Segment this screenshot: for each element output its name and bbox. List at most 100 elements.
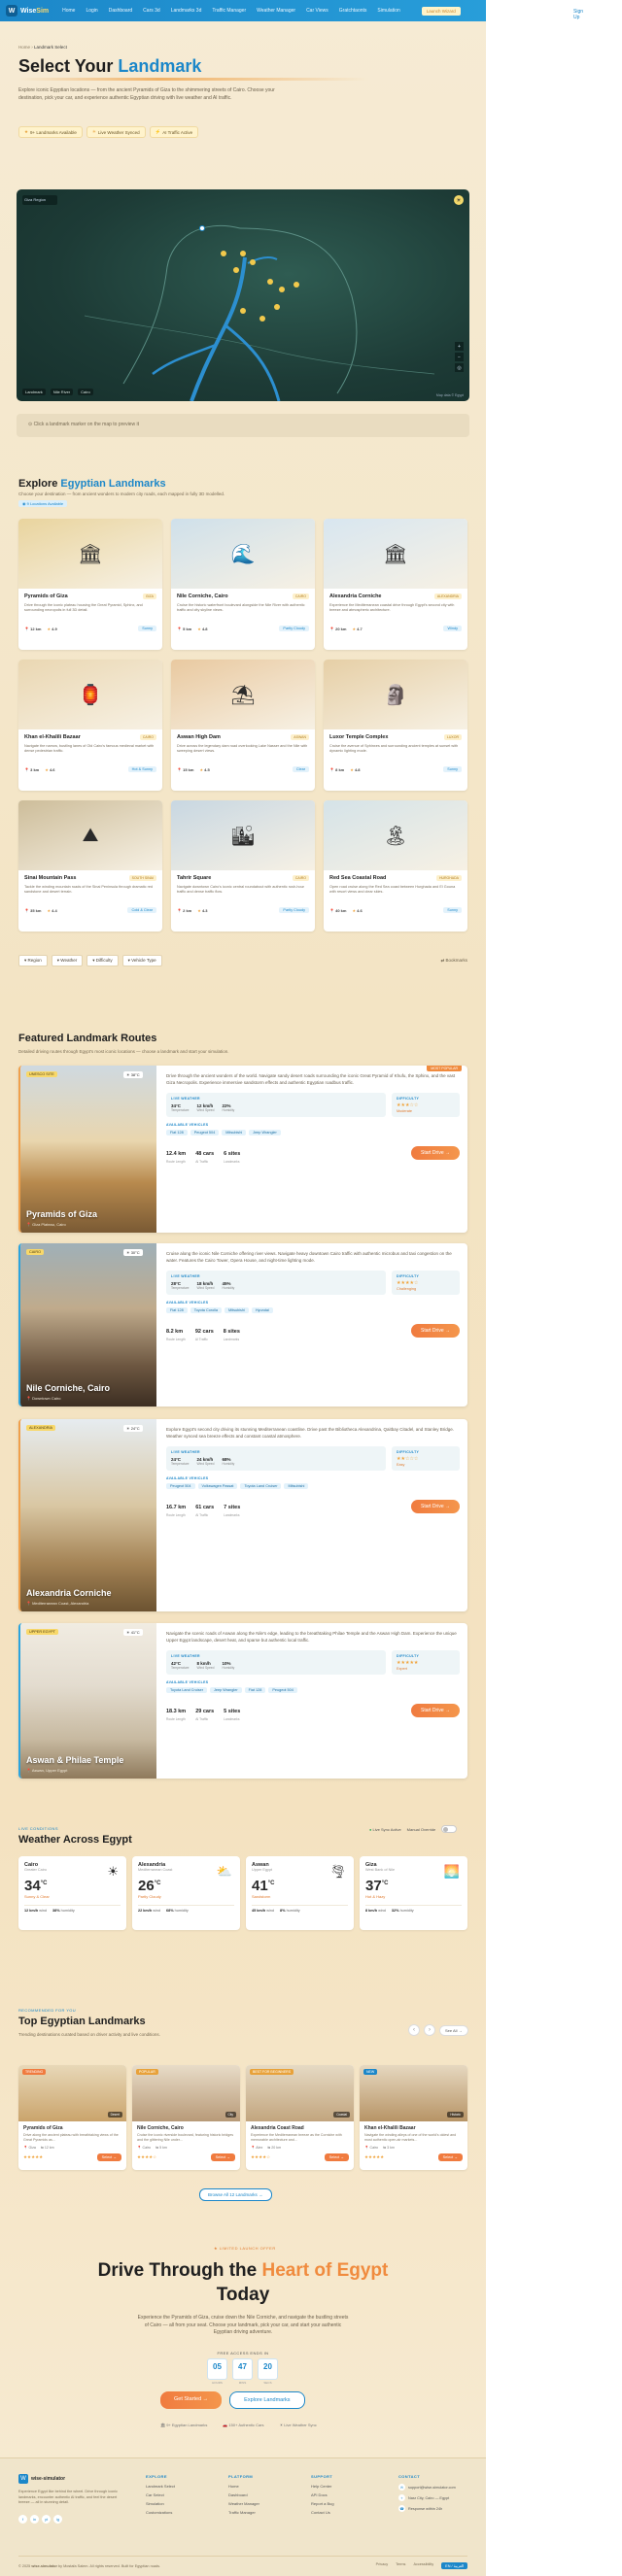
landmark-card[interactable]: ⛰ SOUTH SINAI Sinai Mountain Pass Tackle th… <box>18 800 162 932</box>
select-landmark-button[interactable]: Select → <box>96 2153 121 2161</box>
explore-landmarks-button[interactable]: Explore Landmarks <box>229 2391 305 2409</box>
weather-card[interactable]: Giza West Bank of Nile 🌅 37°C Hot & Hazy 8 km… <box>360 1856 467 1930</box>
landmark-card[interactable]: 🗿 LUXOR Luxor Temple Complex Cruise the ave… <box>324 660 467 791</box>
map-marker[interactable] <box>267 279 273 285</box>
start-drive-button[interactable]: Start Drive → <box>410 1499 460 1513</box>
see-all-button[interactable]: See All → <box>439 2024 468 2036</box>
footer-link[interactable]: Home <box>228 2484 259 2489</box>
vehicle-chip[interactable]: Jeep Wrangler <box>249 1129 281 1135</box>
zoom-out-icon[interactable]: − <box>455 353 464 361</box>
vehicle-chip[interactable]: Peugeot 504 <box>268 1686 297 1693</box>
facebook-icon[interactable]: f <box>18 2515 27 2524</box>
vehicle-chip[interactable]: Toyota Corolla <box>190 1306 223 1313</box>
sun-icon[interactable]: ☀ <box>454 195 464 205</box>
footer-link[interactable]: Dashboard <box>228 2492 259 2497</box>
vehicle-chip[interactable]: Hyundai <box>251 1306 273 1313</box>
footer-link[interactable]: Report a Bug <box>311 2501 334 2506</box>
nav-link[interactable]: Home <box>62 8 75 14</box>
carousel-next-icon[interactable]: › <box>424 2024 435 2036</box>
map-marker[interactable] <box>259 316 265 322</box>
top-landmark-card[interactable]: NEW Historic Khan el-Khalili Bazaar Navigat… <box>360 2065 467 2170</box>
start-drive-button[interactable]: Start Drive → <box>410 1323 460 1338</box>
landmark-card[interactable]: 🏮 CAIRO Khan el-Khalili Bazaar Navigate the… <box>18 660 162 791</box>
landmark-card[interactable]: 🏝 HURGHADA Red Sea Coastal Road Open road c… <box>324 800 467 932</box>
map-marker[interactable] <box>250 259 256 265</box>
footer-link[interactable]: Help Center <box>311 2484 334 2489</box>
youtube-icon[interactable]: yt <box>42 2515 51 2524</box>
footer-link[interactable]: Landmark Select <box>146 2484 175 2489</box>
top-landmark-card[interactable]: TRENDING Desert Pyramids of Giza Drive alon… <box>18 2065 126 2170</box>
map-marker[interactable] <box>240 308 246 314</box>
nav-link[interactable]: Simulation <box>377 8 399 14</box>
zoom-in-icon[interactable]: + <box>455 342 464 351</box>
breadcrumb-home[interactable]: Home <box>18 45 30 50</box>
footer-link[interactable]: API Docs <box>311 2492 334 2497</box>
footer-link[interactable]: Car Select <box>146 2492 175 2497</box>
nav-link[interactable]: Dashboard <box>109 8 132 14</box>
weather-card[interactable]: Aswan Upper Egypt 🌪 41°C Sandstorm 45 km/h wi… <box>246 1856 354 1930</box>
select-landmark-button[interactable]: Select → <box>210 2153 235 2161</box>
landmark-card[interactable]: 🏙 CAIRO Tahrir Square Navigate downtown Cai… <box>171 800 315 932</box>
language-switch[interactable]: EN / العربية <box>441 2562 467 2569</box>
filter-dropdown[interactable]: ▾ Region <box>18 955 48 966</box>
map-marker[interactable] <box>221 251 226 256</box>
landmark-card[interactable]: 🌊 CAIRO Nile Corniche, Cairo Cruise the his… <box>171 519 315 650</box>
vehicle-chip[interactable]: Fiat 128 <box>166 1129 188 1135</box>
locate-icon[interactable]: ◎ <box>455 363 464 372</box>
top-landmark-card[interactable]: POPULAR City Nile Corniche, Cairo Cruise th… <box>132 2065 240 2170</box>
nav-link[interactable]: Login <box>86 8 97 14</box>
vehicle-chip[interactable]: Mitsubishi <box>284 1482 309 1489</box>
vehicle-chip[interactable]: Peugeot 504 <box>166 1482 195 1489</box>
vehicle-chip[interactable]: Toyota Land Cruiser <box>166 1686 207 1693</box>
footer-link[interactable]: Contact Us <box>311 2510 334 2515</box>
vehicle-chip[interactable]: Mitsubishi <box>222 1129 247 1135</box>
landmark-card[interactable]: ⛱ ASWAN Aswan High Dam Drive across the leg… <box>171 660 315 791</box>
footer-link[interactable]: Simulation <box>146 2501 175 2506</box>
vehicle-chip[interactable]: Peugeot 504 <box>190 1129 220 1135</box>
bookmarks-link[interactable]: ⇄ Bookmarks <box>440 958 467 964</box>
vehicle-chip[interactable]: Mitsubishi <box>225 1306 249 1313</box>
legal-link[interactable]: Terms <box>396 2562 405 2569</box>
filter-dropdown[interactable]: ▾ Difficulty <box>86 955 119 966</box>
landmark-card[interactable]: 🏛 ALEXANDRIA Alexandria Corniche Experience… <box>324 519 467 650</box>
vehicle-chip[interactable]: Toyota Land Cruiser <box>240 1482 282 1489</box>
filter-dropdown[interactable]: ▾ Vehicle Type <box>121 955 162 966</box>
top-landmark-card[interactable]: BEST FOR BEGINNERS Coastal Alexandria Coas… <box>246 2065 354 2170</box>
vehicle-chip[interactable]: Jeep Wrangler <box>209 1686 242 1693</box>
manual-override-toggle[interactable] <box>441 1825 458 1833</box>
select-landmark-button[interactable]: Select → <box>437 2153 463 2161</box>
linkedin-icon[interactable]: in <box>30 2515 39 2524</box>
map-marker[interactable] <box>240 251 246 256</box>
map-marker[interactable] <box>233 267 239 273</box>
get-started-button[interactable]: Get Started → <box>160 2391 223 2409</box>
footer-link[interactable]: Traffic Manager <box>228 2510 259 2515</box>
browse-all-button[interactable]: Browse All 12 Landmarks → <box>199 2188 272 2201</box>
start-drive-button[interactable]: Start Drive → <box>410 1145 460 1160</box>
nav-link[interactable]: Car Views <box>306 8 328 14</box>
select-landmark-button[interactable]: Select → <box>324 2153 349 2161</box>
launch-wizard-button[interactable]: Launch Wizard <box>421 6 461 16</box>
instagram-icon[interactable]: ig <box>53 2515 62 2524</box>
nav-link[interactable]: Landmarks 3d <box>171 8 202 14</box>
carousel-prev-icon[interactable]: ‹ <box>408 2024 420 2036</box>
footer-link[interactable]: Weather Manager <box>228 2501 259 2506</box>
map-marker[interactable] <box>274 304 280 310</box>
landmark-map[interactable]: Giza Region ☀ + − ◎ Landmark Nile River Cair… <box>17 189 469 401</box>
nav-link[interactable]: Cars 3d <box>143 8 160 14</box>
vehicle-chip[interactable]: Volkswagen Passat <box>197 1482 238 1489</box>
nav-link[interactable]: Gratchtaonts <box>339 8 367 14</box>
footer-link[interactable]: Customizations <box>146 2510 175 2515</box>
weather-card[interactable]: Cairo Greater Cairo ☀ 34°C Sunny & Clear 12 k… <box>18 1856 126 1930</box>
sign-up-button[interactable]: Sign Up <box>568 6 590 23</box>
nav-link[interactable]: Weather Manager <box>257 8 295 14</box>
map-marker[interactable] <box>199 225 205 231</box>
brand-logo[interactable]: W WiseSim <box>6 5 49 17</box>
legal-link[interactable]: Privacy <box>376 2562 388 2569</box>
map-marker[interactable] <box>294 282 299 288</box>
footer-logo[interactable]: W wise-simulator <box>18 2474 65 2484</box>
vehicle-chip[interactable]: Fiat 128 <box>244 1686 266 1693</box>
filter-dropdown[interactable]: ▾ Weather <box>51 955 84 966</box>
legal-link[interactable]: Accessibility <box>413 2562 433 2569</box>
vehicle-chip[interactable]: Fiat 128 <box>166 1306 188 1313</box>
weather-card[interactable]: Alexandria Mediterranean Coast ⛅ 26°C Partly… <box>132 1856 240 1930</box>
